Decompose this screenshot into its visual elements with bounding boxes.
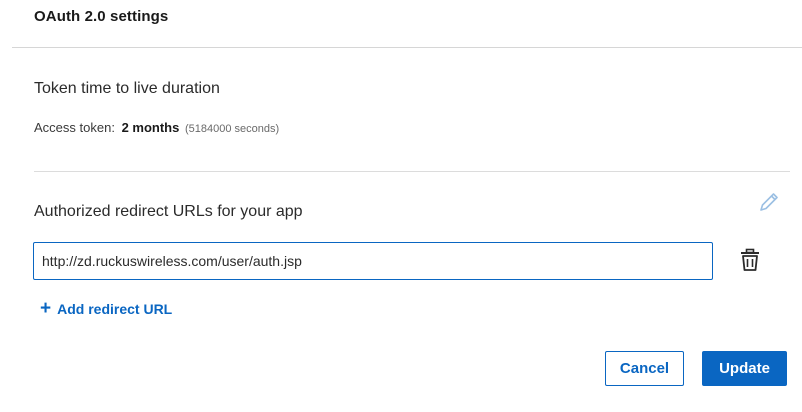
cancel-button[interactable]: Cancel [605, 351, 684, 386]
access-token-line: Access token: 2 months (5184000 seconds) [34, 120, 279, 135]
add-redirect-url-link[interactable]: + Add redirect URL [40, 298, 173, 319]
page-title: OAuth 2.0 settings [34, 8, 169, 25]
plus-icon: + [40, 298, 52, 319]
access-token-seconds: (5184000 seconds) [184, 123, 280, 135]
header-divider [12, 47, 802, 48]
token-ttl-title: Token time to live duration [34, 80, 220, 97]
add-redirect-url-label: Add redirect URL [57, 301, 173, 317]
pencil-icon[interactable] [758, 191, 780, 213]
trash-icon[interactable] [739, 248, 761, 272]
update-button[interactable]: Update [702, 351, 787, 386]
oauth-settings-panel: OAuth 2.0 settings Token time to live du… [0, 0, 802, 412]
access-token-label: Access token: [34, 120, 115, 135]
access-token-value: 2 months [121, 120, 180, 135]
section-divider [34, 171, 790, 172]
redirect-urls-title: Authorized redirect URLs for your app [34, 203, 303, 220]
redirect-url-input[interactable] [33, 242, 713, 280]
